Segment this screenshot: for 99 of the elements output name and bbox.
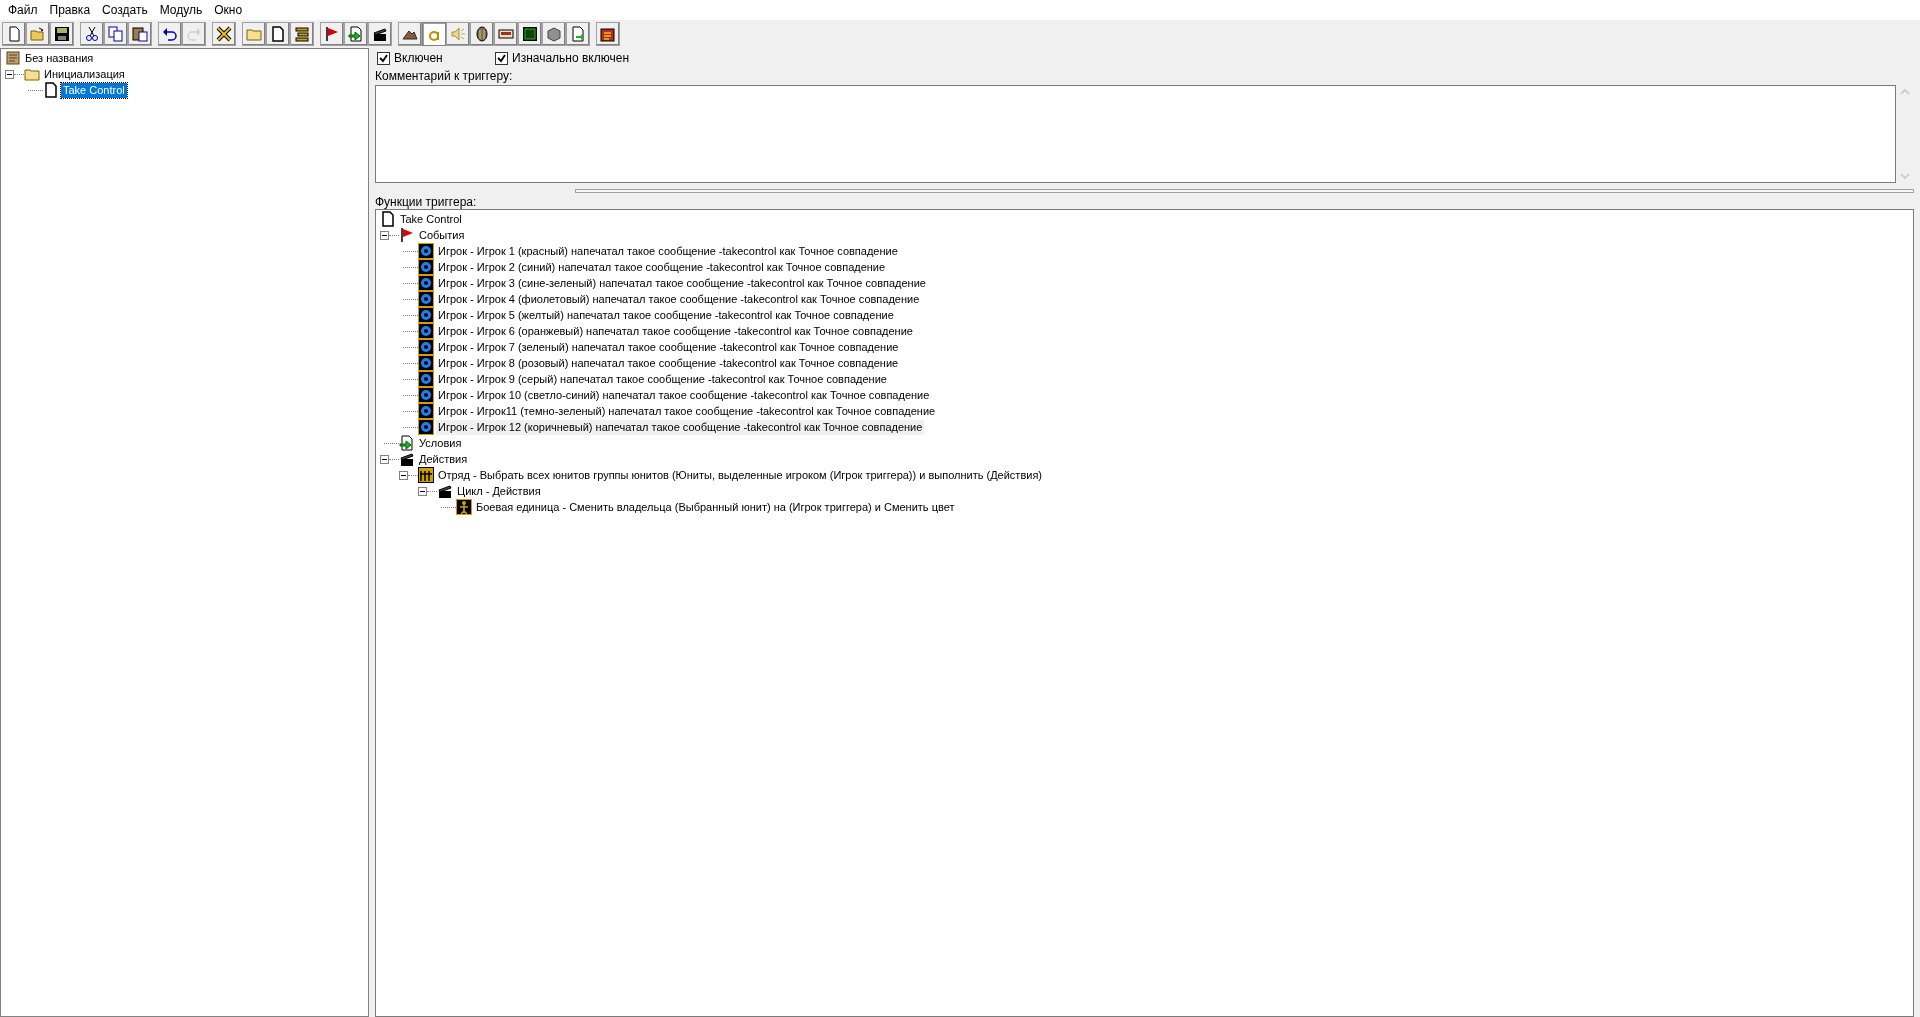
tree-item[interactable]: Игрок - Игрок 8 (розовый) напечатал такое сообщение -takecontrol как Точное совпадение [436,355,901,371]
redo-icon [186,26,202,42]
collapse-toggle[interactable] [380,454,389,464]
collapse-toggle[interactable] [418,486,427,496]
event-icon [418,339,434,355]
letter-a-button[interactable] [422,22,446,46]
tree-item[interactable]: Отряд - Выбрать всех юнитов группы юнитов (Юниты, выделенные игроком (Игрок триггера)) и выполнить (Действия) [436,467,1044,483]
comment-label: Комментарий к триггеру: [375,69,513,83]
clapperboard-button[interactable] [368,22,392,46]
panel-icon [498,26,514,42]
notebook-icon [600,26,616,42]
monitor-icon [522,26,538,42]
checkbox-label[interactable]: Включен [394,49,443,67]
comment-field[interactable] [375,85,1896,183]
document-icon [43,82,59,98]
cut-icon [84,26,100,42]
tree-item[interactable]: Игрок - Игрок 5 (желтый) напечатал такое сообщение -takecontrol как Точное совпадение [436,307,896,323]
document-import-button[interactable] [566,22,590,46]
list-button[interactable] [290,22,314,46]
event-icon [418,323,434,339]
event-icon [418,291,434,307]
open-folder-icon [30,26,46,42]
box-icon [546,26,562,42]
menu-item[interactable]: Окно [208,0,249,20]
tree-item[interactable]: Боевая единица - Сменить владельца (Выбранный юнит) на (Игрок триггера) и Сменить цвет [474,499,957,515]
tree-item[interactable]: Игрок - Игрок 6 (оранжевый) напечатал такое сообщение -takecontrol как Точное совпадение [436,323,915,339]
undo-icon [162,26,178,42]
map-icon [5,50,21,66]
event-icon [418,275,434,291]
tree-item[interactable]: Игрок - Игрок 2 (синий) напечатал такое сообщение -takecontrol как Точное совпадение [436,259,888,275]
flag-button[interactable] [320,22,344,46]
copy-button[interactable] [104,22,128,46]
folder-icon [246,26,262,42]
tree-item[interactable]: Действия [417,451,470,467]
collapse-toggle[interactable] [5,69,14,79]
document-arrow-icon [399,435,415,451]
tree-item[interactable]: Игрок - Игрок 12 (коричневый) напечатал такое сообщение -takecontrol как Точное совпадение [436,419,925,435]
copy-icon [108,26,124,42]
collapse-toggle[interactable] [399,470,408,480]
clapperboard-icon [437,483,453,499]
event-icon [418,355,434,371]
tree-item[interactable]: Игрок - Игрок11 (темно-зеленый) напечатал такое сообщение -takecontrol как Точное совпадение [436,403,938,419]
tree-item[interactable]: Игрок - Игрок 4 (фиолетовый) напечатал такое сообщение -takecontrol как Точное совпадение [436,291,922,307]
event-icon [418,419,434,435]
document-arrow-icon [348,26,364,42]
document-icon [270,26,286,42]
menu-item[interactable]: Правка [43,0,97,20]
speaker-icon [450,26,466,42]
flag-icon [324,26,340,42]
tree-item[interactable]: События [417,227,467,243]
event-icon [418,387,434,403]
functions-label: Функции триггера: [375,195,477,209]
clapperboard-icon [372,26,388,42]
collapse-toggle[interactable] [380,230,389,240]
flag-icon [399,227,415,243]
checkbox[interactable] [495,51,508,65]
x-icon [216,26,232,42]
tree-item[interactable]: Условия [417,435,464,451]
document-import-icon [570,26,586,42]
cut-button[interactable] [80,22,104,46]
tree-item[interactable]: Игрок - Игрок 9 (серый) напечатал такое сообщение -takecontrol как Точное совпадение [436,371,889,387]
event-icon [418,307,434,323]
folder-icon [24,66,40,82]
tree-item[interactable]: Цикл - Действия [455,483,543,499]
menu-item[interactable]: Создать [96,0,154,20]
tree-item[interactable]: Игрок - Игрок 7 (зеленый) напечатал такое сообщение -takecontrol как Точное совпадение [436,339,901,355]
undo-button[interactable] [158,22,182,46]
tree-item[interactable]: Инициализация [42,66,127,82]
tree-item[interactable]: Без названия [23,50,96,66]
paste-button[interactable] [128,22,152,46]
event-icon [418,243,434,259]
tree-item[interactable]: Игрок - Игрок 3 (сине-зеленый) напечатал такое сообщение -takecontrol как Точное совпадение [436,275,928,291]
new-document-icon [6,26,22,42]
monitor-button[interactable] [518,22,542,46]
tree-item[interactable]: Игрок - Игрок 10 (светло-синий) напечатал такое сообщение -takecontrol как Точное совпадение [436,387,932,403]
panel-button[interactable] [494,22,518,46]
clapperboard-icon [399,451,415,467]
terrain-button[interactable] [398,22,422,46]
checkbox-label[interactable]: Изначально включен [512,49,630,67]
event-icon [418,371,434,387]
save-button[interactable] [50,22,74,46]
tree-item[interactable]: Take Control [61,82,127,98]
save-icon [54,26,70,42]
notebook-button[interactable] [596,22,620,46]
group-icon [418,467,434,483]
document-arrow-button[interactable] [344,22,368,46]
box-button[interactable] [542,22,566,46]
x-button[interactable] [212,22,236,46]
event-icon [418,403,434,419]
tree-item[interactable]: Take Control [398,211,464,227]
menu-item[interactable]: Модуль [153,0,209,20]
list-icon [294,26,310,42]
menu-item[interactable]: Файл [2,0,44,20]
checkbox[interactable] [377,51,390,65]
document-button[interactable] [266,22,290,46]
paste-icon [132,26,148,42]
new-document-button[interactable] [2,22,26,46]
tree-item[interactable]: Игрок - Игрок 1 (красный) напечатал такое сообщение -takecontrol как Точное совпадение [436,243,900,259]
event-icon [418,259,434,275]
